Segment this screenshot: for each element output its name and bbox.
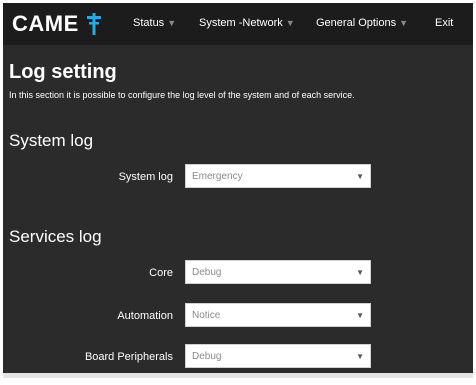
system-log-select[interactable]: Emergency ▼: [185, 164, 371, 188]
board-peripherals-label: Board Peripherals: [84, 351, 173, 363]
dropdown-arrow-icon: ▼: [356, 311, 364, 320]
top-navbar: CAME Status ▼ System -Network ▼ General Op…: [3, 3, 473, 45]
dropdown-arrow-icon: ▼: [356, 268, 364, 277]
chevron-down-icon: ▼: [399, 18, 409, 28]
chevron-down-icon: ▼: [167, 18, 177, 28]
nav-general-options-label: General Options: [316, 17, 397, 29]
core-label: Core: [149, 267, 173, 279]
logo-text: CAME: [12, 11, 79, 36]
core-select[interactable]: Debug ▼: [185, 260, 371, 284]
automation-select-value: Notice: [192, 310, 221, 321]
core-select-value: Debug: [192, 267, 222, 278]
board-peripherals-select[interactable]: Debug ▼: [185, 344, 371, 368]
system-log-select-value: Emergency: [192, 171, 243, 182]
board-peripherals-select-value: Debug: [192, 351, 222, 362]
automation-select[interactable]: Notice ▼: [185, 303, 371, 327]
bottom-strip: [3, 373, 473, 378]
nav-system-network-label: System -Network: [199, 17, 283, 29]
system-log-heading: System log: [9, 131, 94, 150]
page-title: Log setting: [9, 61, 117, 83]
chevron-down-icon: ▼: [285, 18, 295, 28]
came-logo[interactable]: CAME: [12, 9, 103, 39]
dropdown-arrow-icon: ▼: [356, 352, 364, 361]
nav-exit-label: Exit: [435, 17, 454, 29]
dropdown-arrow-icon: ▼: [356, 172, 364, 181]
nav-general-options[interactable]: General Options ▼: [316, 17, 408, 29]
app-window: CAME Status ▼ System -Network ▼ General Op…: [0, 0, 476, 385]
services-log-heading: Services log: [9, 227, 102, 246]
nav-exit[interactable]: Exit: [435, 17, 453, 29]
nav-system-network[interactable]: System -Network ▼: [199, 17, 295, 29]
came-logo-mark-icon: [86, 13, 101, 35]
nav-status[interactable]: Status ▼: [133, 17, 176, 29]
system-log-label: System log: [118, 171, 173, 183]
nav-status-label: Status: [133, 17, 165, 29]
main-panel: Log setting In this section it is possib…: [3, 45, 473, 373]
page-description: In this section it is possible to config…: [9, 90, 355, 100]
automation-label: Automation: [117, 310, 173, 322]
